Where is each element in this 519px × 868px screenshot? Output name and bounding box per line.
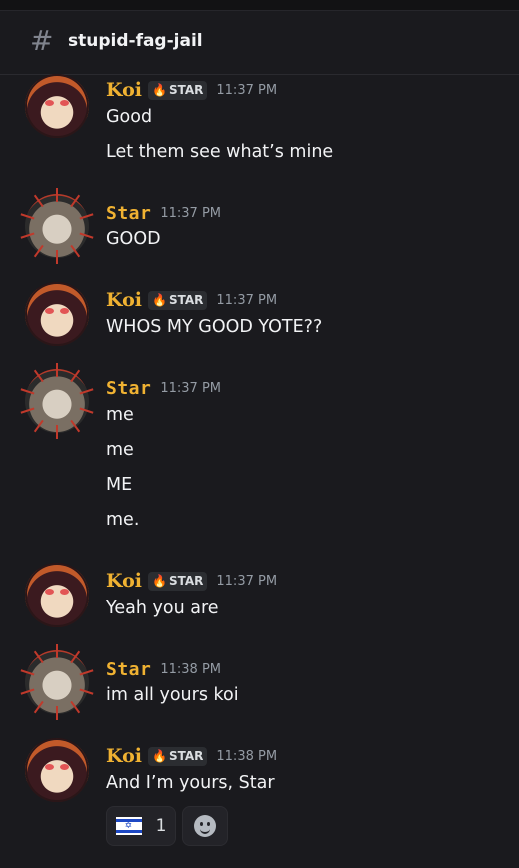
spike-decor (70, 700, 81, 714)
spike-decor (70, 650, 81, 664)
spike-decor (33, 650, 44, 664)
flame-icon: 🔥 (152, 574, 167, 588)
spike-decor (56, 644, 58, 658)
message-text: WHOS MY GOOD YOTE?? (106, 317, 323, 337)
spike-decor (56, 706, 58, 720)
channel-header: # stupid-fag-jail (0, 11, 519, 75)
avatar[interactable] (25, 563, 89, 627)
avatar[interactable] (25, 738, 89, 802)
spike-decor (33, 244, 44, 258)
add-reaction-button[interactable] (182, 806, 228, 846)
timestamp: 11:37 PM (160, 380, 222, 396)
israel-flag-icon: ✡ (115, 817, 142, 835)
spike-decor (33, 369, 44, 383)
avatar[interactable] (25, 74, 89, 138)
spike-decor (20, 669, 35, 676)
spike-decor (56, 363, 58, 377)
timestamp: 11:37 PM (216, 82, 278, 98)
server-tag-label: STAR (168, 749, 204, 763)
hash-icon: # (30, 24, 54, 57)
avatar[interactable] (20, 188, 94, 264)
flame-icon: 🔥 (152, 749, 167, 763)
eye-decor (60, 100, 69, 106)
avatar[interactable] (20, 363, 94, 439)
avatar[interactable] (25, 282, 89, 346)
window-top-bar (0, 0, 519, 11)
spike-decor (20, 407, 35, 414)
spike-decor (33, 419, 44, 433)
reactions-bar: ✡ 1 (106, 806, 234, 846)
timestamp: 11:38 PM (216, 748, 278, 764)
spike-decor (20, 232, 35, 239)
server-tag[interactable]: 🔥 STAR (148, 290, 208, 310)
server-tag[interactable]: 🔥 STAR (148, 746, 208, 766)
eye-decor (60, 764, 69, 770)
timestamp: 11:37 PM (160, 205, 222, 221)
author-name[interactable]: Star (106, 203, 151, 224)
spike-decor (79, 388, 94, 395)
message-text: me. (106, 510, 140, 530)
eye-decor (45, 308, 54, 314)
author-name[interactable]: Koi (106, 289, 142, 311)
server-tag[interactable]: 🔥 STAR (148, 571, 208, 591)
spike-decor (56, 188, 58, 202)
spike-decor (33, 700, 44, 714)
timestamp: 11:38 PM (160, 661, 222, 677)
spike-decor (70, 244, 81, 258)
server-tag[interactable]: 🔥 STAR (148, 80, 208, 100)
flame-icon: 🔥 (152, 293, 167, 307)
smile-icon (194, 815, 216, 837)
spike-decor (20, 688, 35, 695)
spike-decor (20, 388, 35, 395)
spike-decor (79, 232, 94, 239)
author-name[interactable]: Star (106, 378, 151, 399)
spike-decor (79, 669, 94, 676)
message-text: me (106, 440, 134, 460)
spike-decor (79, 213, 94, 220)
reaction-flag-il[interactable]: ✡ 1 (106, 806, 176, 846)
channel-name[interactable]: stupid-fag-jail (68, 31, 203, 51)
spike-decor (20, 213, 35, 220)
spike-decor (33, 194, 44, 208)
author-name[interactable]: Koi (106, 745, 142, 767)
eye-decor (45, 589, 54, 595)
spike-decor (70, 419, 81, 433)
spike-decor (70, 369, 81, 383)
eye-decor (45, 100, 54, 106)
message-text: im all yours koi (106, 685, 239, 705)
reaction-count: 1 (155, 816, 167, 836)
message-text: And I’m yours, Star (106, 773, 275, 793)
spike-decor (79, 407, 94, 414)
eye-decor (60, 589, 69, 595)
spike-decor (56, 250, 58, 264)
eye-decor (60, 308, 69, 314)
spike-decor (56, 425, 58, 439)
message-text: Yeah you are (106, 598, 219, 618)
spike-decor (79, 688, 94, 695)
timestamp: 11:37 PM (216, 573, 278, 589)
author-name[interactable]: Koi (106, 570, 142, 592)
message-text: GOOD (106, 229, 161, 249)
server-tag-label: STAR (168, 574, 204, 588)
timestamp: 11:37 PM (216, 292, 278, 308)
server-tag-label: STAR (168, 83, 204, 97)
server-tag-label: STAR (168, 293, 204, 307)
message-text: Good (106, 107, 153, 127)
author-name[interactable]: Star (106, 659, 151, 680)
message-text: Let them see what’s mine (106, 142, 334, 162)
spike-decor (70, 194, 81, 208)
message-text: me (106, 405, 134, 425)
eye-decor (45, 764, 54, 770)
flame-icon: 🔥 (152, 83, 167, 97)
avatar[interactable] (20, 644, 94, 720)
author-name[interactable]: Koi (106, 79, 142, 101)
message-text: ME (106, 475, 133, 495)
